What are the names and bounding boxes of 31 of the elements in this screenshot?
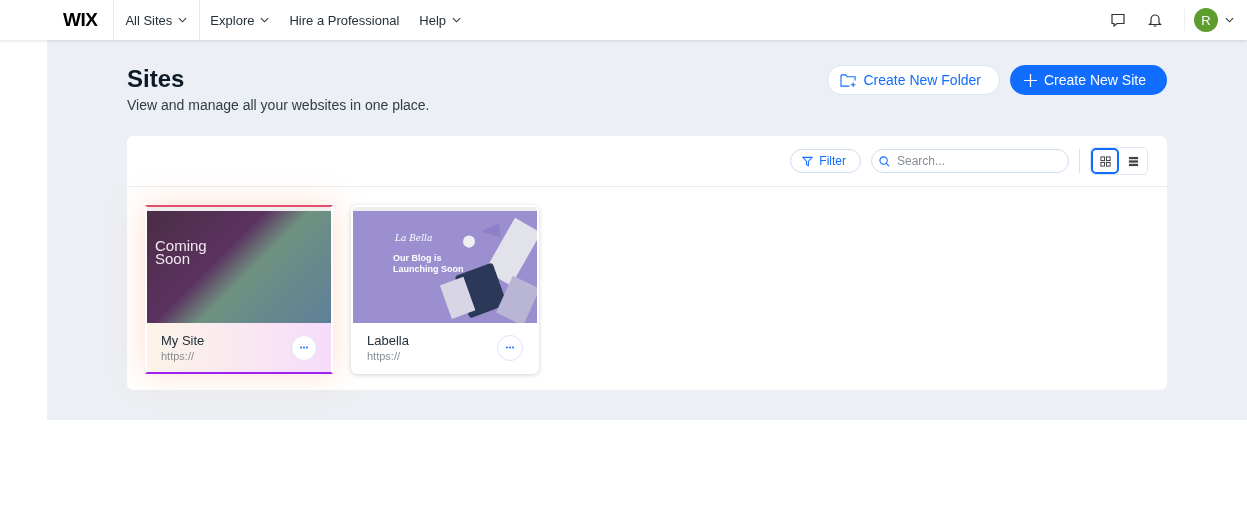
logo[interactable]: WIX [0, 9, 114, 31]
more-icon [505, 346, 515, 349]
chat-icon[interactable] [1110, 12, 1126, 28]
nav-menu-item[interactable]: Help [409, 0, 471, 40]
nav-menu-item[interactable]: Hire a Professional [279, 0, 410, 40]
grid-icon [1099, 155, 1111, 167]
search-icon [879, 156, 890, 167]
more-icon [299, 346, 309, 349]
grid-view-button[interactable] [1091, 148, 1119, 174]
plus-icon [1024, 73, 1037, 87]
page-subtitle: View and manage all your websites in one place. [127, 97, 431, 113]
filter-button[interactable]: Filter [790, 149, 861, 173]
site-url: https:// [367, 350, 402, 362]
site-name: My Site [161, 333, 206, 348]
page-title: Sites [127, 65, 186, 93]
chevron-down-icon[interactable] [1225, 17, 1234, 23]
filter-icon [802, 155, 814, 167]
list-icon [1127, 155, 1139, 167]
bell-icon[interactable] [1147, 12, 1163, 28]
site-url: https:// [161, 350, 196, 362]
create-site-button[interactable]: Create New Site [1010, 65, 1167, 95]
preview-logo: La Bella [395, 233, 433, 243]
site-name: Labella [367, 333, 410, 348]
site-card[interactable]: Coming Soon My Site https:// [145, 205, 333, 374]
search-field[interactable]: Search... [871, 149, 1069, 173]
nav-menu-item[interactable]: Explore [200, 0, 280, 40]
folder-plus-icon [839, 72, 857, 88]
create-folder-button[interactable]: Create New Folder [826, 65, 1000, 95]
site-card[interactable]: La Bella Our Blog is Launching Soon Labella https:// [351, 205, 539, 374]
preview-heading: Our Blog is Launching Soon [393, 253, 465, 275]
preview-heading: Coming Soon [155, 239, 208, 265]
